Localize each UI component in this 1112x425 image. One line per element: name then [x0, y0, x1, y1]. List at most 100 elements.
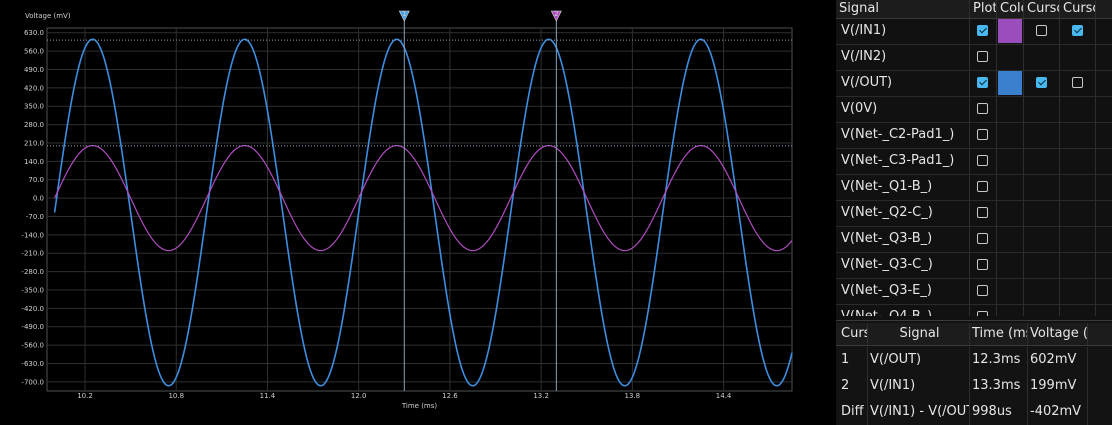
color-cell	[997, 304, 1024, 316]
plot-checkbox[interactable]	[977, 233, 988, 244]
signal-row[interactable]: V(Net-_Q1-B_)	[836, 174, 1112, 201]
cursor-marker-label: 1	[402, 10, 406, 18]
plot-cell	[970, 226, 997, 252]
signal-row[interactable]: V(Net-_Q4-B_)	[836, 304, 1112, 316]
header-signal[interactable]: Signal	[868, 323, 970, 345]
cursors-table-header: Cursor Signal Time (ms) Voltage (mV)	[836, 323, 1112, 346]
plot-checkbox[interactable]	[977, 25, 988, 36]
signal-row[interactable]: V(Net-_C3-Pad1_)	[836, 148, 1112, 175]
plot-cell	[970, 278, 997, 304]
plot-checkbox[interactable]	[977, 311, 988, 316]
y-tick-label: 350.0	[24, 103, 44, 111]
cursor-1-cell	[1024, 226, 1060, 252]
plot-checkbox[interactable]	[977, 77, 988, 88]
plot-checkbox[interactable]	[977, 51, 988, 62]
signal-name: V(Net-_Q3-C_)	[836, 252, 970, 278]
cursor-2-checkbox[interactable]	[1072, 77, 1083, 88]
color-cell	[997, 122, 1024, 148]
y-tick-label: 210.0	[24, 139, 44, 147]
cursors-table: Cursor Signal Time (ms) Voltage (mV) 1V(…	[836, 320, 1112, 425]
cursor-2-cell	[1060, 200, 1096, 226]
signal-row[interactable]: V(/IN1)	[836, 18, 1112, 45]
plot-checkbox[interactable]	[977, 259, 988, 270]
cursor-2-cell	[1060, 96, 1096, 122]
cursor-2-cell	[1060, 304, 1096, 316]
cursor-1-cell	[1024, 174, 1060, 200]
signal-name: V(/OUT)	[836, 70, 970, 96]
cursor-2-checkbox[interactable]	[1072, 25, 1083, 36]
color-swatch[interactable]	[998, 19, 1022, 43]
cursor-2-cell	[1060, 44, 1096, 70]
cursor-1-cell	[1024, 96, 1060, 122]
header-signal[interactable]: Signal	[836, 0, 970, 18]
y-tick-label: -560.0	[21, 342, 44, 350]
signal-name: V(/IN2)	[836, 44, 970, 70]
header-cursor-2[interactable]: Cursor	[1060, 0, 1096, 18]
plot-cell	[970, 44, 997, 70]
signal-row[interactable]: V(Net-_Q2-C_)	[836, 200, 1112, 227]
cursor-1-cell	[1024, 122, 1060, 148]
color-cell	[997, 96, 1024, 122]
header-voltage[interactable]: Voltage (mV)	[1028, 323, 1088, 345]
cursor-2-cell	[1060, 278, 1096, 304]
y-tick-label: 420.0	[24, 84, 44, 92]
plot-checkbox[interactable]	[977, 103, 988, 114]
header-cursor-1[interactable]: Cursor	[1024, 0, 1060, 18]
signal-name: V(Net-_Q4-B_)	[836, 304, 970, 316]
cursor-1-cell	[1024, 70, 1060, 96]
waveform-plot[interactable]: 630.0 560.0 490.0 420.0 350.0 280.0 210.0 140.0…	[0, 0, 836, 424]
plot-canvas[interactable]: 630.0560.0490.0420.0350.0280.0210.0140.0…	[0, 0, 836, 424]
plot-checkbox[interactable]	[977, 129, 988, 140]
cursor-row[interactable]: 1 V(/OUT) 12.3ms 602mV	[836, 347, 1112, 373]
plot-cell	[970, 122, 997, 148]
cursor-voltage: 199mV	[1028, 373, 1088, 399]
header-color[interactable]: Color	[997, 0, 1024, 18]
plot-checkbox[interactable]	[977, 181, 988, 192]
y-tick-label: 490.0	[24, 66, 44, 74]
cursor-time: 13.3ms	[970, 373, 1028, 399]
cursor-row[interactable]: 2 V(/IN1) 13.3ms 199mV	[836, 373, 1112, 399]
signal-name: V(Net-_Q3-E_)	[836, 278, 970, 304]
x-tick-label: 13.2	[533, 392, 549, 400]
y-tick-label: -140.0	[21, 231, 44, 239]
header-cursor[interactable]: Cursor	[836, 323, 868, 345]
signal-name: V(/IN1)	[836, 18, 970, 44]
cursor-time: 12.3ms	[970, 347, 1028, 373]
cursor-row[interactable]: Diff V(/IN1) - V(/OUT) 998us -402mV	[836, 399, 1112, 425]
signal-row[interactable]: V(Net-_Q3-C_)	[836, 252, 1112, 279]
cursor-1-checkbox[interactable]	[1036, 25, 1047, 36]
color-cell	[997, 44, 1024, 70]
cursor-id: 1	[836, 347, 868, 373]
y-tick-label: 630.0	[24, 29, 44, 37]
cursor-2-cell	[1060, 18, 1096, 44]
signal-name: V(0V)	[836, 96, 970, 122]
signal-row[interactable]: V(/IN2)	[836, 44, 1112, 71]
cursor-1-checkbox[interactable]	[1036, 77, 1047, 88]
signal-row[interactable]: V(Net-_Q3-B_)	[836, 226, 1112, 253]
plot-checkbox[interactable]	[977, 207, 988, 218]
color-cell	[997, 278, 1024, 304]
y-tick-label: -630.0	[21, 360, 44, 368]
cursor-signal: V(/OUT)	[868, 347, 970, 373]
x-tick-label: 14.4	[716, 392, 732, 400]
signal-row[interactable]: V(0V)	[836, 96, 1112, 123]
color-cell	[997, 252, 1024, 278]
color-swatch[interactable]	[998, 71, 1022, 95]
x-tick-label: 13.8	[625, 392, 641, 400]
plot-checkbox[interactable]	[977, 285, 988, 296]
plot-area[interactable]	[46, 27, 793, 392]
header-time[interactable]: Time (ms)	[970, 323, 1028, 345]
plot-checkbox[interactable]	[977, 155, 988, 166]
color-cell	[997, 70, 1024, 96]
y-tick-label: -70.0	[26, 213, 44, 221]
header-plot[interactable]: Plot	[970, 0, 997, 18]
signal-row[interactable]: V(/OUT)	[836, 70, 1112, 97]
cursor-1-cell	[1024, 304, 1060, 316]
cursor-2-cell	[1060, 122, 1096, 148]
signal-row[interactable]: V(Net-_Q3-E_)	[836, 278, 1112, 305]
x-axis-label: Time (ms)	[401, 402, 438, 410]
signal-row[interactable]: V(Net-_C2-Pad1_)	[836, 122, 1112, 149]
y-tick-label: -280.0	[21, 268, 44, 276]
cursor-id: Diff	[836, 399, 868, 425]
cursor-1-cell	[1024, 44, 1060, 70]
